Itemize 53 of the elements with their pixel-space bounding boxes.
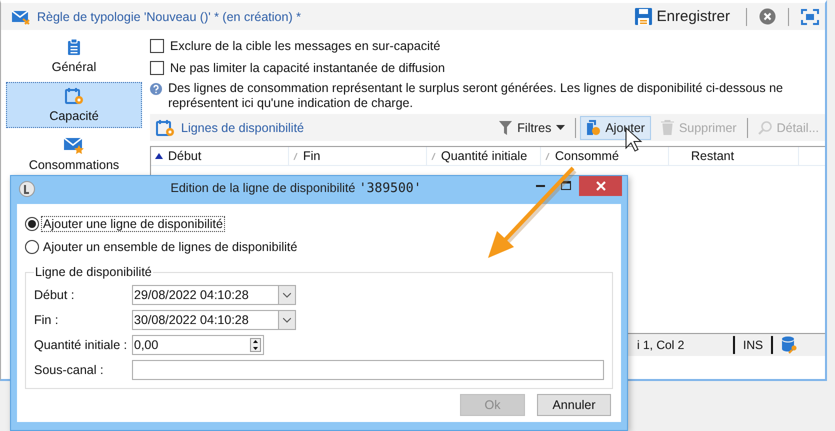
checkbox[interactable] (150, 39, 164, 53)
column-header[interactable]: Fin (289, 147, 427, 165)
toolbar-button[interactable]: Filtres (493, 116, 572, 140)
cursor-position: i 1, Col 2 (636, 338, 686, 352)
database-key-icon (781, 336, 799, 354)
minimize-icon (536, 185, 544, 187)
field-label: Sous-canal : (34, 363, 104, 377)
field-label: Fin : (34, 313, 60, 327)
calendar-gear-icon (156, 118, 175, 136)
fullscreen-icon[interactable] (801, 8, 819, 24)
close-button[interactable] (579, 176, 622, 196)
trash-icon (660, 120, 674, 135)
column-header[interactable]: Quantité initiale (427, 147, 541, 165)
calendar-gear-icon (64, 87, 84, 105)
checkbox[interactable] (150, 61, 164, 75)
dropdown-button[interactable] (278, 285, 296, 305)
add-document-icon (586, 120, 600, 136)
list-title: Lignes de disponibilité (181, 120, 306, 134)
envelope-icon (11, 8, 31, 24)
dropdown-button[interactable] (278, 310, 296, 330)
save-button[interactable]: Enregistrer (630, 6, 734, 27)
sidebar-item[interactable]: Capacité (6, 82, 142, 128)
column-header[interactable]: Début (151, 147, 289, 165)
envelope-star-icon (63, 136, 85, 154)
toolbar-button[interactable]: Ajouter (580, 116, 651, 140)
dialog-button[interactable]: Annuler (537, 394, 611, 416)
insert-mode: INS (742, 338, 763, 352)
column-header[interactable]: Restant (669, 147, 799, 165)
search-icon (758, 120, 772, 134)
info-text: Des lignes de consommation représentant le surplus seront générées. Les lignes de disponibilité ci-dessous ne représentent ici qu'une indication de charge. (168, 81, 784, 111)
help-icon (150, 81, 162, 97)
group-title: Ligne de disponibilité (34, 265, 153, 279)
clipboard-icon (67, 38, 81, 56)
date-field[interactable]: 30/08/2022 04:10:28 (132, 310, 278, 330)
checkbox-label: Ne pas limiter la capacité instantanée de diffusion (170, 61, 445, 75)
window-title: Règle de typologie 'Nouveau ()' * (en création) * (37, 10, 302, 24)
radio-label: Ajouter une ligne de disponibilité (41, 216, 225, 232)
close-icon (596, 181, 606, 191)
radio-label: Ajouter un ensemble de lignes de disponibilité (42, 238, 298, 254)
close-icon[interactable] (759, 8, 776, 25)
caret-icon (556, 125, 566, 130)
sidebar-item[interactable]: Général (6, 34, 142, 78)
text-field[interactable] (132, 360, 604, 380)
radio-button[interactable] (25, 240, 39, 254)
radio-button[interactable] (25, 216, 39, 230)
field-label: Quantité initiale : (34, 338, 128, 352)
funnel-icon (499, 120, 512, 134)
maximize-icon (561, 181, 571, 191)
dialog-title: Edition de la ligne de disponibilité '389500' (170, 181, 422, 196)
checkbox-label: Exclure de la cible les messages en sur-capacité (170, 39, 440, 53)
field-label: Début : (34, 288, 76, 302)
date-field[interactable]: 29/08/2022 04:10:28 (132, 285, 278, 305)
app-icon (19, 180, 35, 196)
